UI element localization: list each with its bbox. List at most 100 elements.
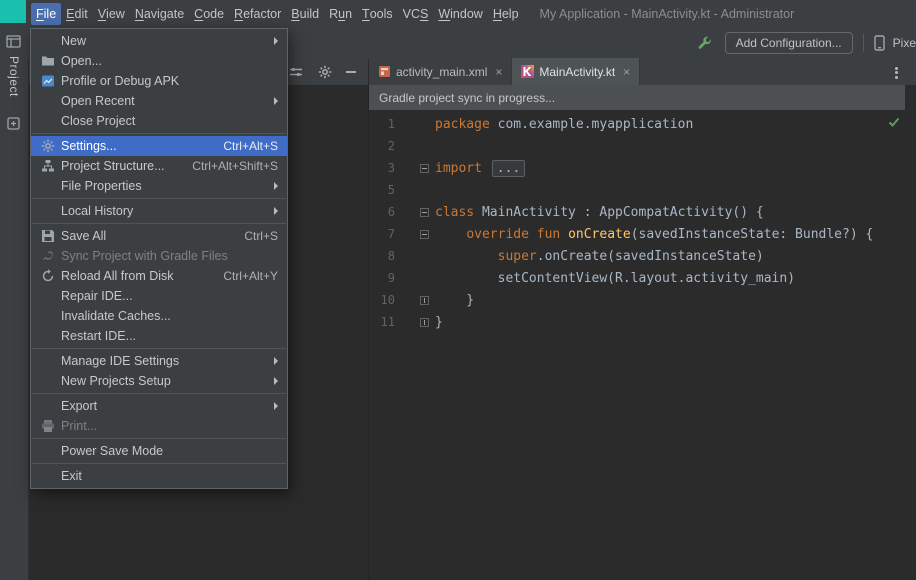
line-number: 7 bbox=[387, 227, 395, 241]
file-menu-item-open[interactable]: Open... bbox=[31, 51, 287, 71]
code-token: ... bbox=[491, 159, 526, 177]
reload-icon bbox=[38, 268, 58, 284]
menu-item-label: Sync Project with Gradle Files bbox=[61, 249, 228, 263]
fold-start-icon[interactable] bbox=[420, 163, 429, 173]
code-token: .onCreate(savedInstanceState) bbox=[536, 248, 764, 264]
fold-gutter bbox=[401, 295, 435, 305]
save-icon bbox=[38, 228, 58, 244]
code-token: } bbox=[435, 292, 475, 308]
menu-label-mnemonic: F bbox=[36, 7, 44, 21]
file-menu-item-reload-all-from-disk[interactable]: Reload All from Disk Ctrl+Alt+Y bbox=[31, 266, 287, 286]
menubar-item-file[interactable]: File bbox=[31, 3, 62, 25]
file-menu-item-power-save-mode[interactable]: Power Save Mode bbox=[31, 441, 287, 461]
menu-separator bbox=[32, 463, 286, 464]
inspection-check-icon[interactable] bbox=[888, 116, 900, 128]
menu-item-icon-slot bbox=[38, 93, 58, 109]
code-line: 9 setContentView(R.layout.activity_main) bbox=[369, 267, 916, 289]
tab-activity-main-xml[interactable]: activity_main.xml × bbox=[369, 58, 513, 85]
file-menu-item-profile-or-debug-apk[interactable]: Profile or Debug APK bbox=[31, 71, 287, 91]
menu-separator bbox=[32, 223, 286, 224]
file-menu-item-exit[interactable]: Exit bbox=[31, 466, 287, 486]
menubar-item-refactor[interactable]: Refactor bbox=[229, 3, 286, 25]
menu-label-mnemonic: V bbox=[97, 7, 107, 21]
file-menu-item-save-all[interactable]: Save All Ctrl+S bbox=[31, 226, 287, 246]
menu-item-label: Repair IDE... bbox=[61, 289, 133, 303]
file-menu-item-invalidate-caches[interactable]: Invalidate Caches... bbox=[31, 306, 287, 326]
menu-item-label: Profile or Debug APK bbox=[61, 74, 180, 88]
file-menu-item-new[interactable]: New bbox=[31, 31, 287, 51]
menu-label-mnemonic: C bbox=[194, 7, 204, 21]
menu-separator bbox=[32, 198, 286, 199]
editor-tabbar: activity_main.xml × MainActivity.kt × bbox=[369, 58, 916, 85]
menu-item-icon-slot bbox=[38, 203, 58, 219]
menubar-item-view[interactable]: View bbox=[93, 3, 130, 25]
file-menu-item-print[interactable]: Print... bbox=[31, 416, 287, 436]
tab-close-icon[interactable]: × bbox=[623, 66, 630, 78]
fold-end-icon[interactable] bbox=[420, 317, 429, 327]
tab-close-icon[interactable]: × bbox=[495, 66, 502, 78]
menu-separator bbox=[32, 348, 286, 349]
file-menu-item-export[interactable]: Export bbox=[31, 396, 287, 416]
menubar-item-run[interactable]: Run bbox=[324, 3, 357, 25]
project-toolwindow-icon[interactable] bbox=[6, 34, 22, 50]
menu-item-label: Save All bbox=[61, 229, 107, 243]
fold-start-icon[interactable] bbox=[420, 229, 429, 239]
code-text: class MainActivity : AppCompatActivity()… bbox=[435, 205, 916, 220]
file-menu-item-repair-ide[interactable]: Repair IDE... bbox=[31, 286, 287, 306]
code-editor[interactable]: 1 package com.example.myapplication 2 3 impo… bbox=[369, 110, 916, 580]
tab-options-kebab-icon[interactable] bbox=[892, 65, 900, 80]
code-text: override fun onCreate(savedInstanceState… bbox=[435, 227, 916, 242]
menu-item-icon-slot bbox=[38, 373, 58, 389]
layout-icon bbox=[378, 65, 391, 78]
code-token: } bbox=[435, 314, 443, 330]
menu-label-mnemonic: H bbox=[492, 7, 502, 21]
file-menu-item-new-projects-setup[interactable]: New Projects Setup bbox=[31, 371, 287, 391]
hide-panel-icon[interactable] bbox=[346, 70, 356, 73]
file-menu-item-close-project[interactable]: Close Project bbox=[31, 111, 287, 131]
code-lines: 1 package com.example.myapplication 2 3 impo… bbox=[369, 110, 916, 333]
fold-end-icon[interactable] bbox=[420, 295, 429, 305]
code-token: override fun bbox=[466, 226, 569, 242]
file-menu-item-project-structure[interactable]: Project Structure... Ctrl+Alt+Shift+S bbox=[31, 156, 287, 176]
menubar-item-navigate[interactable]: Navigate bbox=[130, 3, 189, 25]
submenu-arrow-icon bbox=[274, 357, 278, 365]
tab-label: MainActivity.kt bbox=[539, 64, 616, 79]
view-options-sliders-icon[interactable] bbox=[288, 64, 304, 80]
gradle-sync-banner-text: Gradle project sync in progress... bbox=[379, 90, 556, 105]
file-menu-item-file-properties[interactable]: File Properties bbox=[31, 176, 287, 196]
submenu-arrow-icon bbox=[274, 37, 278, 45]
menu-separator bbox=[32, 438, 286, 439]
line-number: 5 bbox=[387, 183, 395, 197]
device-selector[interactable]: Pixe bbox=[872, 35, 916, 51]
menubar-item-help[interactable]: Help bbox=[488, 3, 524, 25]
file-menu-item-sync-project-with-gradle-files[interactable]: Sync Project with Gradle Files bbox=[31, 246, 287, 266]
menubar-item-code[interactable]: Code bbox=[189, 3, 229, 25]
fold-start-icon[interactable] bbox=[420, 207, 429, 217]
secondary-stripe-icon[interactable] bbox=[6, 116, 22, 132]
menubar-item-edit[interactable]: Edit bbox=[61, 3, 93, 25]
menu-item-icon-slot bbox=[38, 353, 58, 369]
studio-logo-icon[interactable] bbox=[0, 0, 26, 23]
menu-item-label: Exit bbox=[61, 469, 82, 483]
sync-wrench-icon[interactable] bbox=[697, 35, 713, 51]
file-menu-item-open-recent[interactable]: Open Recent bbox=[31, 91, 287, 111]
menubar-item-tools[interactable]: Tools bbox=[357, 3, 398, 25]
tab-mainactivity-kt[interactable]: MainActivity.kt × bbox=[512, 58, 641, 85]
panel-settings-gear-icon[interactable] bbox=[317, 64, 333, 80]
file-menu-item-manage-ide-settings[interactable]: Manage IDE Settings bbox=[31, 351, 287, 371]
menubar-item-window[interactable]: Window bbox=[433, 3, 487, 25]
toolbar-right-cluster: Add Configuration... Pixe bbox=[697, 28, 916, 58]
menu-item-icon-slot bbox=[38, 328, 58, 344]
line-number: 6 bbox=[387, 205, 395, 219]
file-menu-item-local-history[interactable]: Local History bbox=[31, 201, 287, 221]
menubar-item-build[interactable]: Build bbox=[286, 3, 324, 25]
file-menu-item-settings[interactable]: Settings... Ctrl+Alt+S bbox=[31, 136, 287, 156]
menubar-item-vcs[interactable]: VC S bbox=[398, 3, 434, 25]
project-stripe-label[interactable]: Project bbox=[7, 56, 21, 97]
add-configuration-button[interactable]: Add Configuration... bbox=[724, 32, 853, 54]
file-menu-item-restart-ide[interactable]: Restart IDE... bbox=[31, 326, 287, 346]
menubar-items: File Edit View Navigate Code Refactor Build Ru n… bbox=[28, 0, 524, 28]
menu-item-label: New bbox=[61, 34, 87, 48]
code-line: 11} bbox=[369, 311, 916, 333]
menu-item-shortcut: Ctrl+S bbox=[244, 229, 278, 243]
